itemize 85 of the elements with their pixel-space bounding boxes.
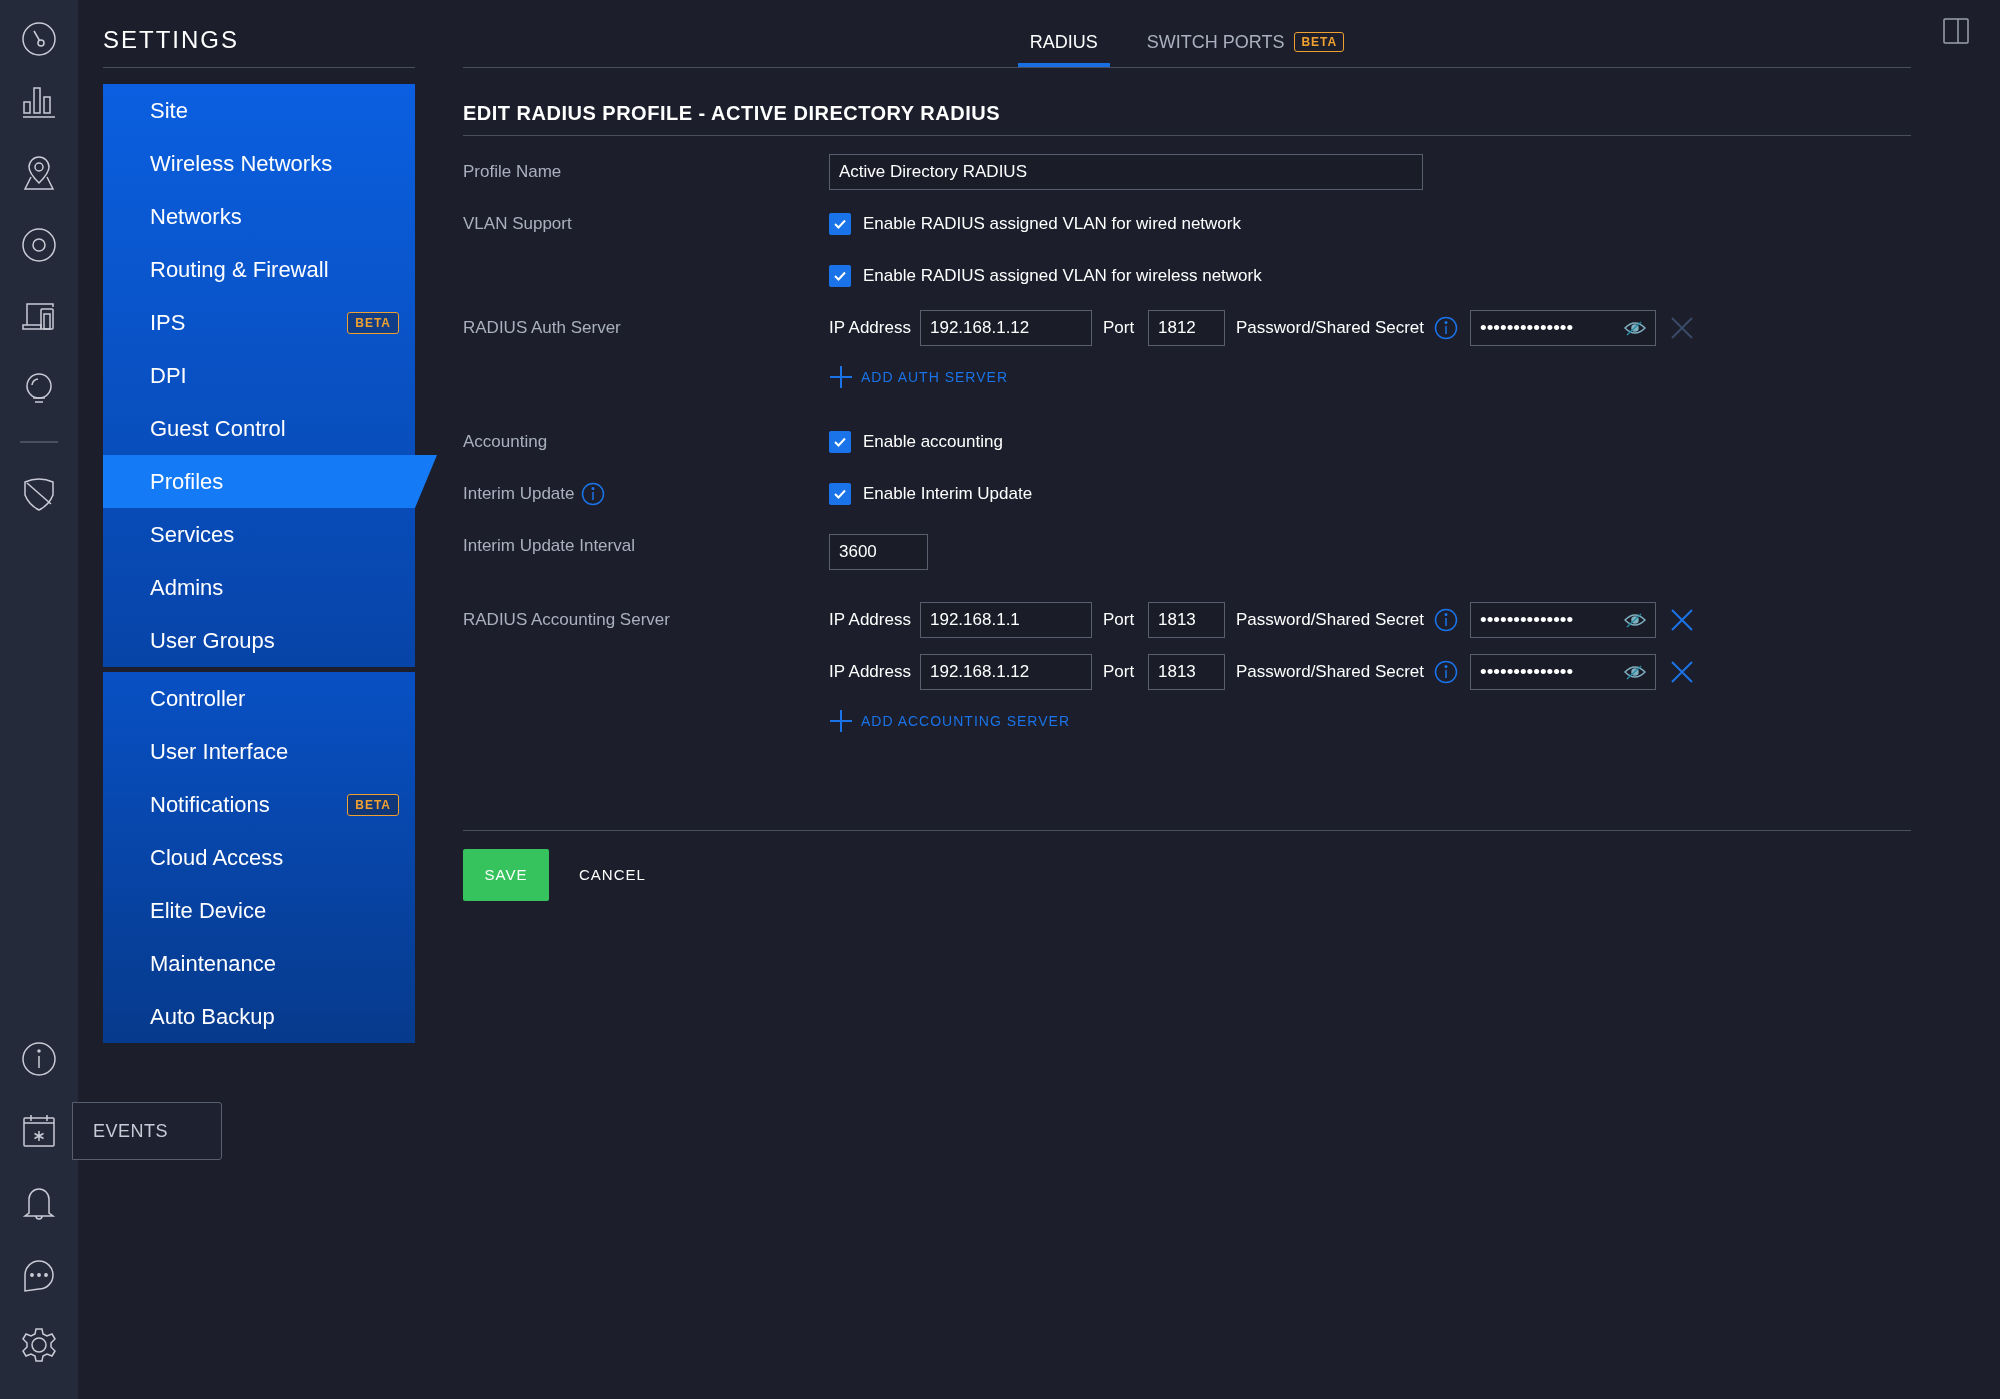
info-icon[interactable] [580,482,605,506]
selection-pointer [415,455,437,508]
remove-icon[interactable] [1670,608,1695,632]
dashboard-gauge-icon[interactable] [21,21,57,57]
sidebar-item[interactable]: Site [103,84,415,137]
password-field[interactable]: •••••••••••••• [1470,654,1657,690]
plus-icon [829,365,853,389]
sidebar-item[interactable]: Controller [103,672,415,725]
bell-icon[interactable] [21,1185,57,1221]
field-label: Port [1103,317,1136,340]
field-label: Profile Name [463,161,562,184]
info-icon[interactable] [1434,316,1459,340]
field-label: VLAN Support [463,213,572,236]
field-label: RADIUS Auth Server [463,317,621,340]
sidebar-item[interactable]: Auto Backup [103,990,415,1043]
access-point-icon[interactable] [21,227,57,263]
eye-icon[interactable] [1624,320,1647,336]
sidebar-item[interactable]: IPS BETA [103,296,415,349]
field-label: Interim Update [463,483,575,506]
checkbox-label: Enable Interim Update [863,483,1033,506]
field-label: Password/Shared Secret [1236,317,1425,340]
checkbox[interactable] [829,265,851,287]
field-label: Password/Shared Secret [1236,661,1425,684]
events-tooltip: EVENTS [72,1102,222,1160]
field-label: Interim Update Interval [463,535,635,558]
checkbox-label: Enable RADIUS assigned VLAN for wired network [863,213,1241,236]
beta-badge: BETA [347,311,399,334]
sidebar-item[interactable]: Cloud Access [103,831,415,884]
field-label: Password/Shared Secret [1236,609,1425,632]
settings-icon[interactable] [21,1327,57,1363]
sidebar-item[interactable]: Services [103,508,415,561]
sidebar-item[interactable]: User Groups [103,614,415,667]
sidebar-item[interactable]: DPI [103,349,415,402]
field-label: Port [1103,661,1136,684]
chat-bubble-icon[interactable] [21,1257,57,1293]
panel-toggle-icon[interactable] [1942,18,1969,44]
input-field[interactable]: 3600 [829,534,928,570]
field-label: Port [1103,609,1136,632]
sidebar-item[interactable]: Networks [103,190,415,243]
info-icon[interactable] [1434,608,1459,632]
password-field[interactable]: •••••••••••••• [1470,310,1657,346]
sidebar-item[interactable]: Maintenance [103,937,415,990]
info-icon[interactable] [21,1041,57,1077]
sidebar-item[interactable]: Admins [103,561,415,614]
sidebar-item[interactable]: Elite Device [103,884,415,937]
checkbox[interactable] [829,213,851,235]
add-server-link[interactable]: ADD ACCOUNTING SERVER [829,709,1070,733]
password-field[interactable]: •••••••••••••• [1470,602,1657,638]
eye-icon[interactable] [1624,664,1647,680]
port-field[interactable]: 1812 [1148,310,1225,346]
map-pin-icon[interactable] [21,155,57,191]
sidebar-item[interactable]: User Interface [103,725,415,778]
settings-title: SETTINGS [103,0,415,68]
plus-icon [829,709,853,733]
tab[interactable]: RADIUS [1017,21,1110,67]
info-icon[interactable] [1434,660,1459,684]
cancel-button[interactable]: CANCEL [579,863,646,887]
field-label: IP Address [829,609,912,632]
port-field[interactable]: 1813 [1148,654,1225,690]
checkbox-label: Enable RADIUS assigned VLAN for wireless network [863,265,1262,288]
ip-address-field[interactable]: 192.168.1.12 [920,310,1092,346]
form-title: EDIT RADIUS PROFILE - ACTIVE DIRECTORY RADIUS [463,68,1911,136]
input-field[interactable]: Active Directory RADIUS [829,154,1423,190]
calendar-icon[interactable] [21,1113,57,1149]
beta-badge: BETA [1294,32,1345,52]
field-label: IP Address [829,317,912,340]
field-label: Accounting [463,431,548,454]
tab[interactable]: SWITCH PORTS BETA [1134,21,1357,67]
checkbox[interactable] [829,483,851,505]
beta-badge: BETA [347,793,399,816]
field-label: RADIUS Accounting Server [463,609,670,632]
eye-icon[interactable] [1624,612,1647,628]
port-field[interactable]: 1813 [1148,602,1225,638]
sidebar-item[interactable]: Notifications BETA [103,778,415,831]
ip-address-field[interactable]: 192.168.1.1 [920,602,1092,638]
shield-icon[interactable] [21,477,57,513]
ip-address-field[interactable]: 192.168.1.12 [920,654,1092,690]
field-label: IP Address [829,661,912,684]
sidebar-item[interactable]: Guest Control [103,402,415,455]
remove-icon[interactable] [1670,660,1695,684]
checkbox[interactable] [829,431,851,453]
sidebar-item[interactable]: Wireless Networks [103,137,415,190]
sidebar-item[interactable]: Routing & Firewall [103,243,415,296]
checkbox-label: Enable accounting [863,431,1003,454]
add-server-link[interactable]: ADD AUTH SERVER [829,365,1008,389]
